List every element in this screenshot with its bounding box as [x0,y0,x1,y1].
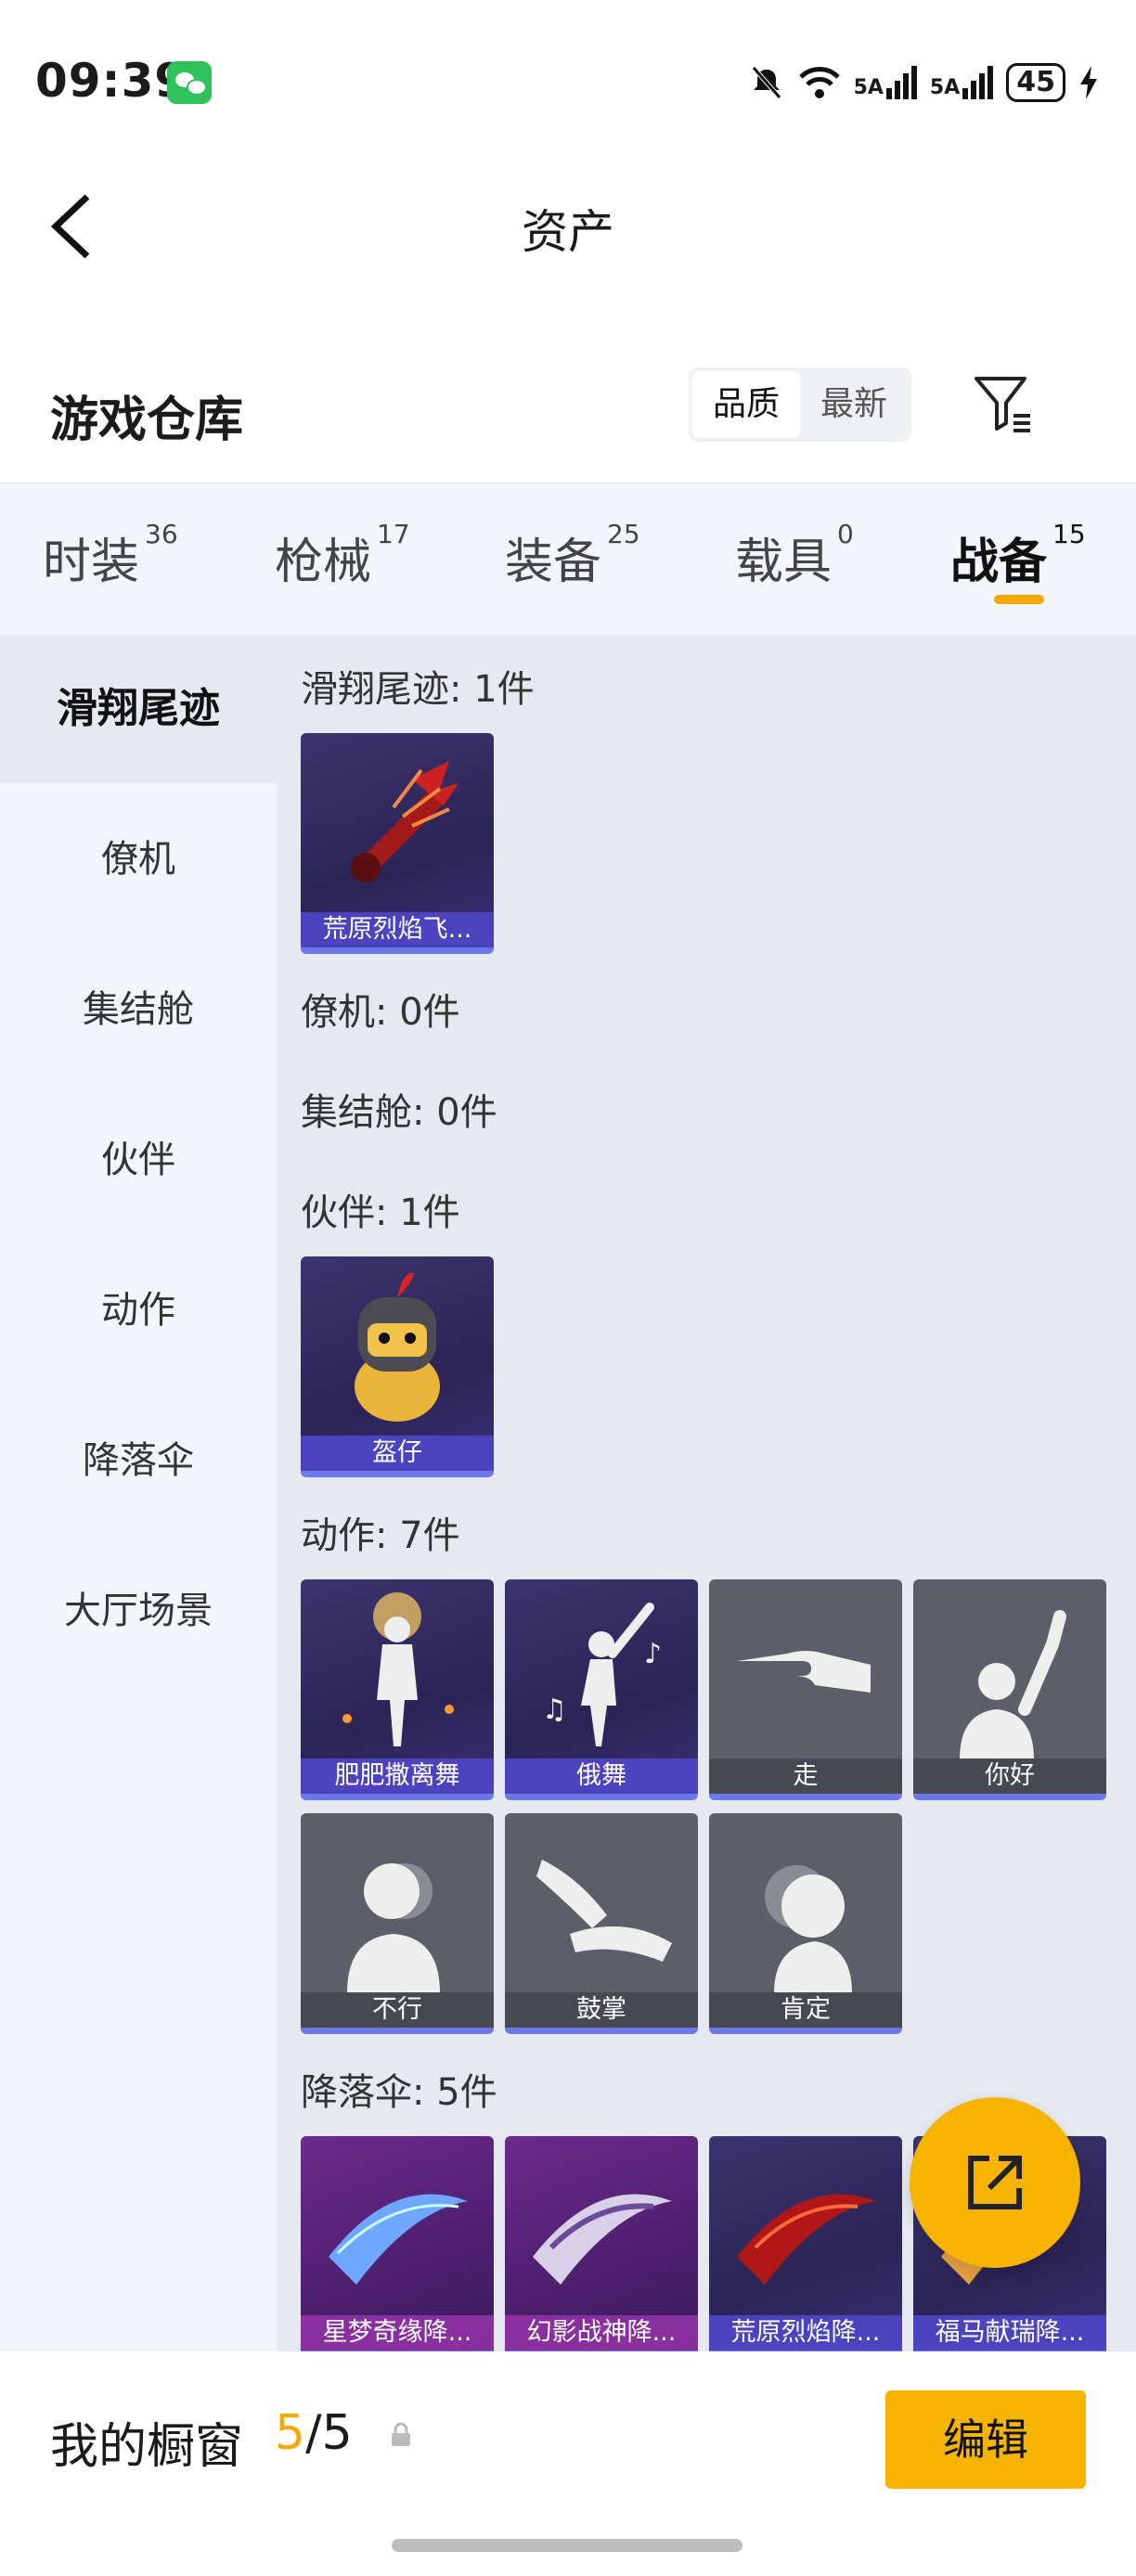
item-card[interactable]: 荒原烈焰飞... [301,733,494,954]
share-button[interactable] [910,2097,1080,2268]
item-card[interactable]: 肥肥撒离舞 [301,1579,494,1800]
sort-toggle: 品质 最新 [689,367,911,442]
item-card[interactable]: 肯定 [709,1813,902,2034]
signal-1-icon: 5A [854,66,917,99]
section-title-parachute: 降落伞: 5件 [301,2071,497,2114]
item-label: 不行 [301,1992,494,2028]
item-label: 俄舞 [505,1758,698,1794]
share-icon [968,2156,1022,2209]
item-card[interactable]: 幻影战神降... [505,2136,698,2351]
sidebar-item-emote[interactable]: 动作 [0,1236,277,1385]
sort-quality-button[interactable]: 品质 [692,371,800,438]
showcase-title: 我的橱窗 [50,2419,244,2475]
emote-ballet-art: ♪♫ [542,1603,662,1746]
parachute-art-3 [737,2194,876,2285]
sidebar-item-glide-trail[interactable]: 滑翔尾迹 [0,635,277,783]
sidebar-item-pod[interactable]: 集结舱 [0,935,277,1084]
signal-2-icon: 5A [930,66,994,99]
category-tabs: 时装36 枪械17 装备25 载具0 战备15 [0,483,1136,635]
tab-equipment[interactable]: 装备25 [505,519,640,592]
charging-icon [1080,66,1097,99]
item-card[interactable]: 荒原烈焰降... [709,2136,902,2351]
tab-vehicles[interactable]: 载具0 [735,519,854,592]
parachute-art-2 [533,2194,672,2285]
shaking-head-art [347,1863,440,1993]
waving-figure-art [960,1610,1066,1759]
sidebar-item-parachute[interactable]: 降落伞 [0,1386,277,1535]
app-header: 资产 [0,139,1136,306]
svg-text:♪: ♪ [644,1638,662,1670]
pointing-hand-art [737,1651,871,1693]
item-list: 滑翔尾迹: 1件 荒原烈焰飞... 僚机: 0件 集结舱: 0件 伙伴: 1件 … [277,635,1136,2351]
home-indicator[interactable] [392,2539,742,2552]
item-card[interactable]: 不行 [301,1813,494,2034]
item-card[interactable]: ♪ ♫ 俄舞 [505,1579,698,1800]
status-bar: 09:39 5A 5A 45 [0,0,1136,139]
warehouse-header: 游戏仓库 品质 最新 [0,343,1136,483]
item-label: 鼓掌 [505,1992,698,2028]
item-label: 荒原烈焰降... [709,2315,902,2351]
battery-icon: 45 [1006,63,1065,102]
status-icons: 5A 5A 45 [748,59,1099,106]
section-title-emote: 动作: 7件 [301,1514,460,1557]
clock: 09:39 [35,54,188,108]
filter-icon [975,377,1030,432]
tab-combat-gear[interactable]: 战备15 [950,519,1086,592]
showcase-count: 5/5 [275,2405,353,2461]
svg-text:♫: ♫ [542,1694,567,1726]
edit-button[interactable]: 编辑 [885,2390,1086,2489]
mute-icon [751,66,781,99]
section-title-glide: 滑翔尾迹: 1件 [301,668,535,711]
active-tab-indicator [994,595,1044,604]
filter-button[interactable] [971,371,1036,436]
sort-newest-button[interactable]: 最新 [800,371,908,438]
page-title: 资产 [522,205,614,259]
item-label: 星梦奇缘降... [301,2315,494,2351]
clapping-hands-art [536,1860,672,1962]
lock-icon [392,2422,410,2446]
item-card[interactable]: 鼓掌 [505,1813,698,2034]
sidebar-item-partner[interactable]: 伙伴 [0,1086,277,1234]
emote-dance-art [342,1592,454,1746]
sidebar-item-wingman[interactable]: 僚机 [0,785,277,934]
warehouse-title: 游戏仓库 [50,393,244,448]
section-title-partner: 伙伴: 1件 [301,1191,460,1234]
item-label: 你好 [913,1758,1106,1794]
sidebar-item-lobby-scene[interactable]: 大厅场景 [0,1537,277,1685]
item-label: 福马献瑞降... [913,2315,1106,2351]
item-label: 肥肥撒离舞 [301,1758,494,1794]
nodding-head-art [765,1865,852,1993]
tab-fashion[interactable]: 时装36 [43,519,178,592]
parachute-art-1 [329,2194,468,2285]
item-label: 肯定 [709,1992,902,2028]
item-label: 荒原烈焰飞... [301,912,494,947]
item-label: 幻影战神降... [505,2315,698,2351]
section-title-pod: 集结舱: 0件 [301,1091,497,1134]
item-card[interactable]: 盔仔 [301,1256,494,1477]
wechat-icon [167,61,212,104]
section-title-wingman: 僚机: 0件 [301,991,460,1034]
sidebar: 滑翔尾迹 僚机 集结舱 伙伴 动作 降落伞 大厅场景 [0,635,277,2351]
item-label: 走 [709,1758,902,1794]
glide-trail-art [351,761,458,882]
wifi-icon [798,67,840,98]
item-label: 盔仔 [301,1436,494,1471]
helmet-chick-art [355,1272,440,1422]
item-card[interactable]: 走 [709,1579,902,1800]
tab-guns[interactable]: 枪械17 [275,519,410,592]
item-card[interactable]: 星梦奇缘降... [301,2136,494,2351]
item-card[interactable]: 你好 [913,1579,1106,1800]
